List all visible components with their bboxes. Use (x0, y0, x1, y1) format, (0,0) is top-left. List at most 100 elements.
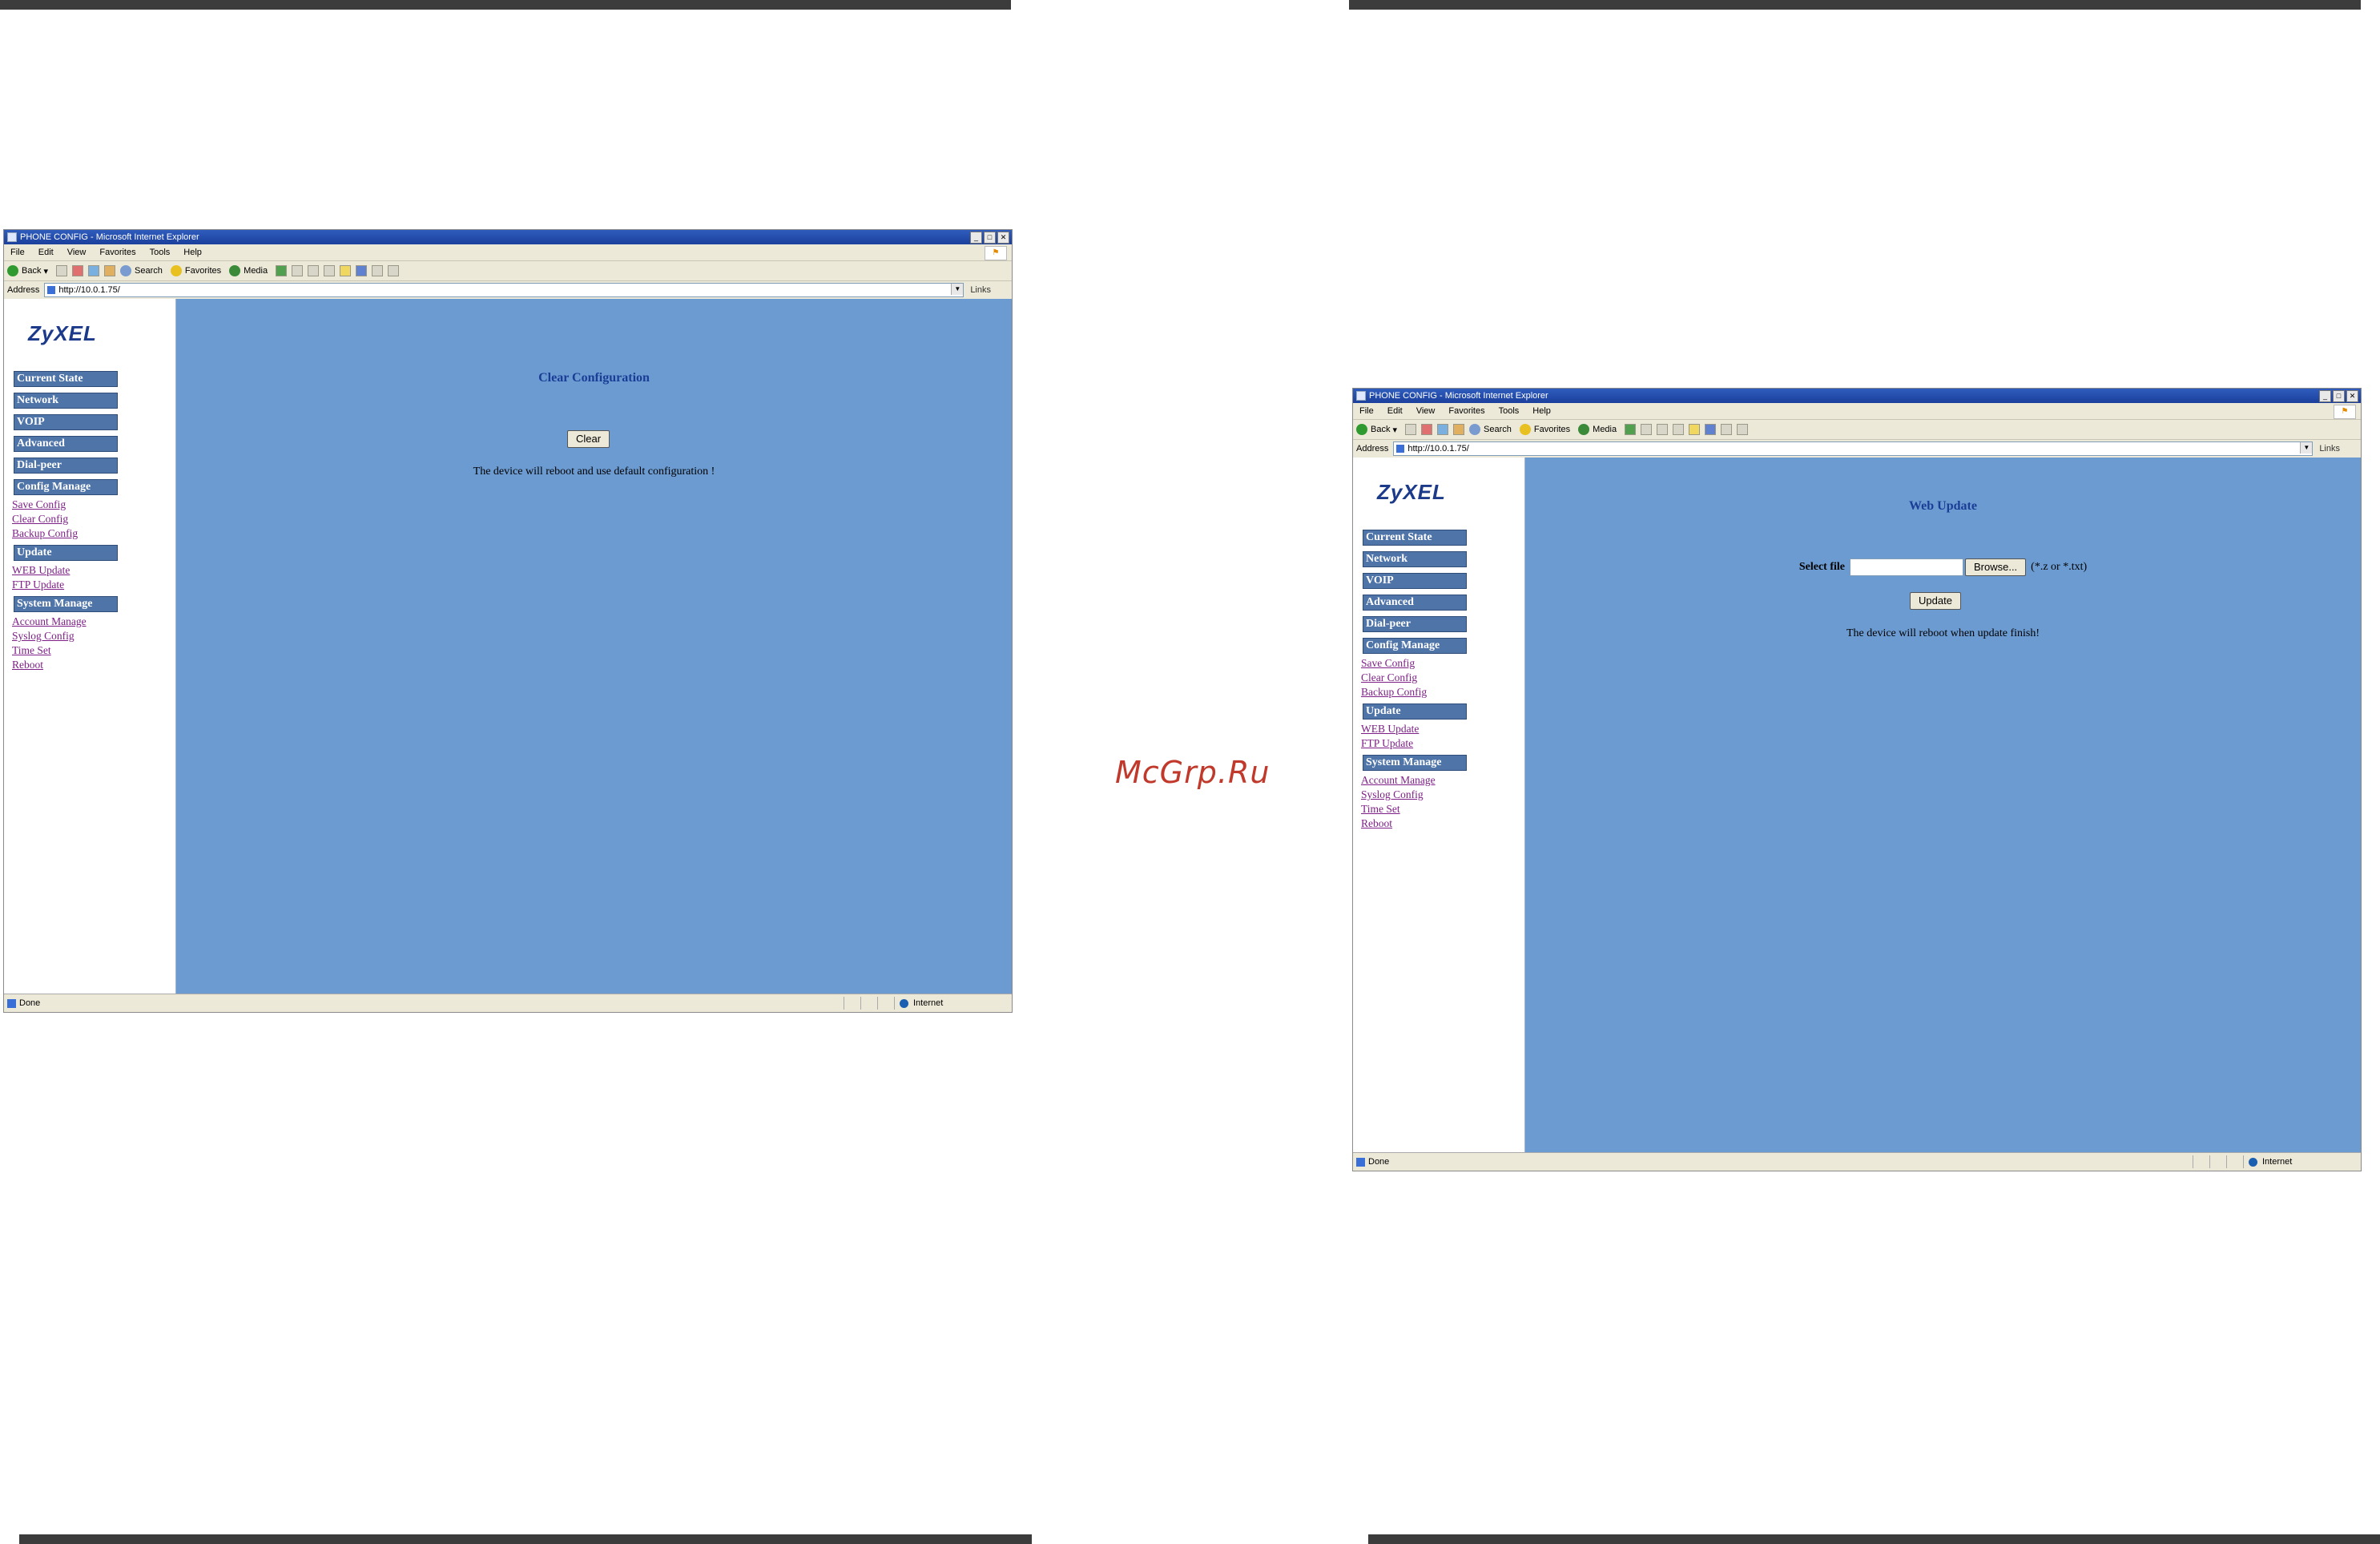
main-panel: Web Update Select file Browse... (*.z or… (1525, 458, 2361, 1153)
history-icon[interactable] (276, 265, 288, 276)
stop-icon[interactable] (1421, 424, 1433, 435)
link-time-set[interactable]: Time Set (1361, 802, 1467, 816)
edit-icon[interactable] (324, 265, 336, 276)
sidebar-item-current-state[interactable]: Current State (1363, 530, 1467, 546)
menu-view[interactable]: View (67, 248, 87, 257)
research-icon[interactable] (372, 265, 384, 276)
discuss-icon[interactable] (340, 265, 352, 276)
menu-file[interactable]: File (1359, 406, 1374, 416)
mail-icon[interactable] (1641, 424, 1653, 435)
chevron-down-icon[interactable]: ▼ (951, 284, 964, 295)
tools-icon[interactable] (388, 265, 400, 276)
sidebar-item-system-manage[interactable]: System Manage (14, 596, 118, 612)
menu-favorites[interactable]: Favorites (1448, 406, 1484, 416)
link-reboot[interactable]: Reboot (1361, 816, 1467, 831)
sidebar-item-network[interactable]: Network (14, 393, 118, 409)
sidebar-item-config-manage[interactable]: Config Manage (14, 479, 118, 495)
maximize-button[interactable]: □ (2333, 389, 2345, 402)
menu-edit[interactable]: Edit (1387, 406, 1403, 416)
menu-edit[interactable]: Edit (38, 248, 54, 257)
menu-help[interactable]: Help (183, 248, 202, 257)
close-button[interactable]: ✕ (997, 231, 1009, 244)
page-icon (47, 286, 56, 294)
sidebar-item-current-state[interactable]: Current State (14, 371, 118, 387)
link-save-config[interactable]: Save Config (1361, 656, 1467, 671)
close-button[interactable]: ✕ (2346, 389, 2358, 402)
home-icon[interactable] (1453, 424, 1465, 435)
sidebar-item-dial-peer[interactable]: Dial-peer (1363, 616, 1467, 632)
messenger-icon[interactable] (356, 265, 368, 276)
link-backup-config[interactable]: Backup Config (12, 526, 118, 541)
menu-favorites[interactable]: Favorites (99, 248, 135, 257)
top-left-rule (0, 0, 1011, 10)
discuss-icon[interactable] (1689, 424, 1701, 435)
link-account-manage[interactable]: Account Manage (1361, 773, 1467, 788)
home-icon[interactable] (104, 265, 116, 276)
links-button[interactable]: Links (970, 285, 991, 295)
sidebar-item-update[interactable]: Update (1363, 703, 1467, 720)
update-button[interactable]: Update (1910, 592, 1961, 610)
forward-icon[interactable] (56, 265, 68, 276)
clear-button[interactable]: Clear (567, 430, 610, 448)
mail-icon[interactable] (292, 265, 304, 276)
link-save-config[interactable]: Save Config (12, 498, 118, 512)
research-icon[interactable] (1721, 424, 1733, 435)
link-web-update[interactable]: WEB Update (12, 563, 118, 578)
print-icon[interactable] (1657, 424, 1669, 435)
back-button[interactable]: Back ▾ (7, 265, 48, 276)
links-button[interactable]: Links (2319, 444, 2340, 454)
sidebar-item-system-manage[interactable]: System Manage (1363, 755, 1467, 771)
search-button[interactable]: Search (120, 265, 163, 276)
file-path-input[interactable] (1849, 558, 1963, 576)
address-input[interactable]: http://10.0.1.75/ ▼ (1393, 441, 2314, 456)
media-button[interactable]: Media (229, 265, 268, 276)
link-syslog-config[interactable]: Syslog Config (1361, 788, 1467, 802)
top-right-rule (1349, 0, 2361, 10)
link-ftp-update[interactable]: FTP Update (12, 578, 118, 592)
sidebar-item-network[interactable]: Network (1363, 551, 1467, 567)
messenger-icon[interactable] (1705, 424, 1717, 435)
link-ftp-update[interactable]: FTP Update (1361, 736, 1467, 751)
info-message: The device will reboot and use default c… (473, 466, 715, 478)
tools-icon[interactable] (1737, 424, 1749, 435)
sidebar-item-voip[interactable]: VOIP (1363, 573, 1467, 589)
address-url: http://10.0.1.75/ (1407, 444, 1469, 454)
print-icon[interactable] (308, 265, 320, 276)
sidebar-item-config-manage[interactable]: Config Manage (1363, 638, 1467, 654)
media-button[interactable]: Media (1578, 424, 1617, 435)
link-time-set[interactable]: Time Set (12, 643, 118, 658)
link-backup-config[interactable]: Backup Config (1361, 685, 1467, 699)
search-button[interactable]: Search (1469, 424, 1512, 435)
chevron-down-icon[interactable]: ▼ (2300, 442, 2313, 454)
edit-icon[interactable] (1673, 424, 1685, 435)
back-button[interactable]: Back ▾ (1356, 424, 1397, 435)
stop-icon[interactable] (72, 265, 84, 276)
menu-tools[interactable]: Tools (1499, 406, 1520, 416)
link-web-update[interactable]: WEB Update (1361, 722, 1467, 736)
menu-file[interactable]: File (10, 248, 25, 257)
link-syslog-config[interactable]: Syslog Config (12, 629, 118, 643)
sidebar-item-dial-peer[interactable]: Dial-peer (14, 458, 118, 474)
browse-button[interactable]: Browse... (1964, 558, 2027, 576)
link-reboot[interactable]: Reboot (12, 658, 118, 672)
sidebar-item-advanced[interactable]: Advanced (1363, 595, 1467, 611)
refresh-icon[interactable] (1437, 424, 1449, 435)
link-clear-config[interactable]: Clear Config (12, 512, 118, 526)
minimize-button[interactable]: _ (970, 231, 982, 244)
menu-help[interactable]: Help (1532, 406, 1551, 416)
sidebar-item-voip[interactable]: VOIP (14, 414, 118, 430)
sidebar-item-advanced[interactable]: Advanced (14, 436, 118, 452)
minimize-button[interactable]: _ (2319, 389, 2331, 402)
address-input[interactable]: http://10.0.1.75/ ▼ (44, 283, 964, 297)
favorites-button[interactable]: Favorites (170, 265, 221, 276)
forward-icon[interactable] (1405, 424, 1417, 435)
sidebar-item-update[interactable]: Update (14, 545, 118, 561)
menu-tools[interactable]: Tools (150, 248, 171, 257)
link-account-manage[interactable]: Account Manage (12, 615, 118, 629)
favorites-button[interactable]: Favorites (1519, 424, 1570, 435)
maximize-button[interactable]: □ (984, 231, 996, 244)
link-clear-config[interactable]: Clear Config (1361, 671, 1467, 685)
history-icon[interactable] (1625, 424, 1637, 435)
refresh-icon[interactable] (88, 265, 100, 276)
menu-view[interactable]: View (1416, 406, 1436, 416)
